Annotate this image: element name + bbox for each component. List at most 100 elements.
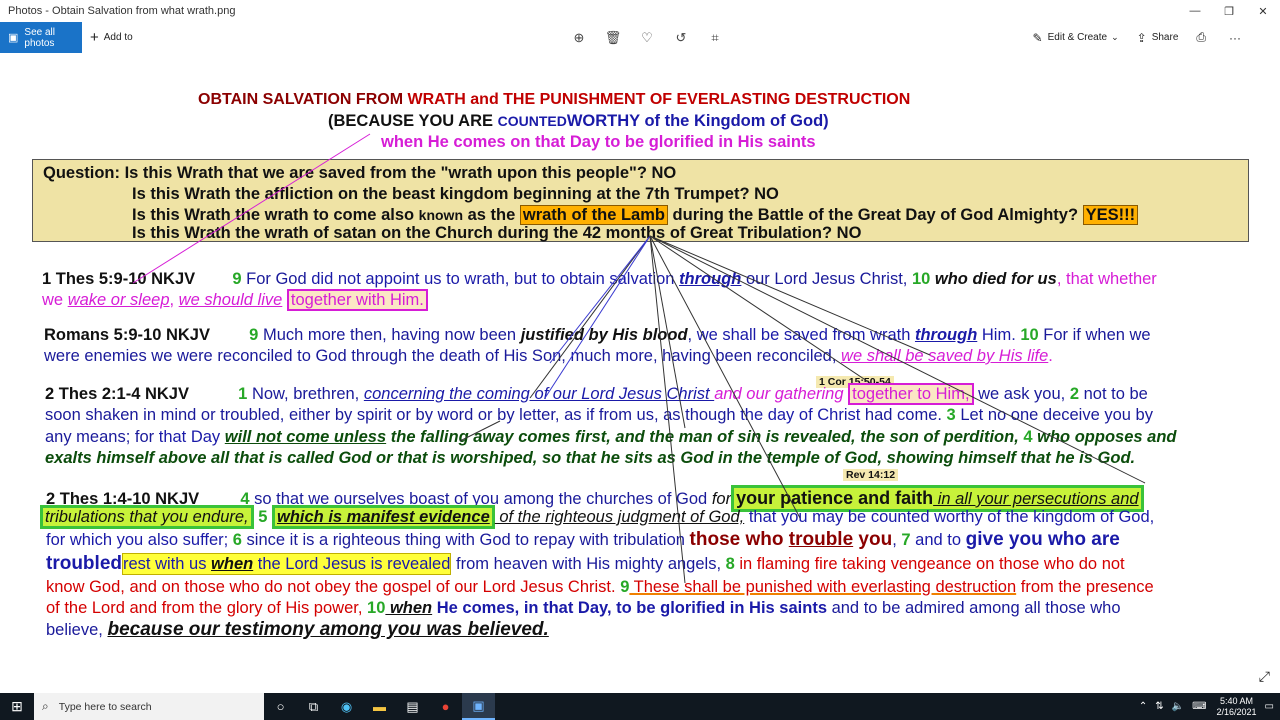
chevron-down-icon: ⌄	[1111, 32, 1119, 42]
network-icon[interactable]: ⇅	[1155, 701, 1163, 712]
verse-text: Let no one deceive you by	[955, 406, 1153, 424]
verse-text: through	[914, 326, 978, 344]
question-line: Is this Wrath the wrath to come also kno…	[132, 205, 1139, 225]
subtitle-part: (BECAUSE YOU ARE	[328, 112, 498, 130]
verse-text: ,	[169, 291, 179, 309]
edge-browser-icon[interactable]: ◉	[330, 693, 363, 720]
verse-num: 5	[253, 508, 272, 526]
title-part: WRATH and THE PUNISHMENT OF EVERLASTING …	[407, 91, 911, 108]
print-button[interactable]: ⎙	[1196, 30, 1211, 45]
verse-num: 8	[725, 555, 735, 573]
manifest-evidence-highlight: which is manifest evidence	[272, 505, 495, 529]
verse-text: Much more then, having now been	[258, 326, 521, 344]
verse-2thes2-line2: soon shaken in mind or troubled, either …	[45, 405, 1153, 425]
verse-2thes1-line7: believe, because our testimony among you…	[46, 620, 549, 640]
verse-text: we ask you,	[973, 385, 1070, 403]
photos-icon: ▣	[8, 32, 19, 44]
task-view-icon[interactable]: ⧉	[297, 693, 330, 720]
favorite-icon[interactable]: ♡	[630, 30, 664, 46]
more-options-button[interactable]: ···	[1229, 31, 1246, 45]
crop-icon[interactable]: ⌗	[698, 30, 732, 46]
taskbar-clock[interactable]: 5:40 AM 2/16/2021	[1217, 696, 1257, 718]
verse-text: ,	[892, 531, 902, 549]
verse-2thes1-line2: tribulations that you endure, 5 which is…	[40, 505, 1155, 529]
verse-text: Now, brethren,	[247, 385, 364, 403]
verse-text: we shall be saved by His life	[841, 347, 1049, 365]
verse-text: and to	[910, 531, 966, 549]
clock-date: 2/16/2021	[1216, 706, 1257, 717]
chrome-icon[interactable]: ●	[429, 693, 462, 720]
notifications-icon[interactable]: ▭	[1265, 701, 1274, 712]
verse-text: those who	[689, 529, 789, 550]
verse-text: who died for us	[934, 270, 1057, 288]
close-button[interactable]: ✕	[1246, 0, 1280, 22]
verse-text: did not appoint us to wrath, but to obta…	[311, 270, 680, 288]
restore-button[interactable]: ❐	[1212, 0, 1246, 22]
verse-ref: Romans 5:9-10 NKJV	[44, 326, 210, 344]
verse-text: that Day	[158, 428, 225, 446]
verse-text: had come.	[860, 406, 947, 424]
verse-text: that you may be counted worthy of the ki…	[744, 508, 1155, 526]
minimize-button[interactable]: —	[1178, 0, 1212, 22]
chevron-up-icon[interactable]: ⌃	[1139, 701, 1147, 712]
wrath-of-lamb-highlight: wrath of the Lamb	[519, 205, 668, 225]
keyboard-icon[interactable]: ⌨	[1192, 701, 1206, 712]
verse-text: from the presence	[1016, 578, 1154, 596]
verse-1thes-line1: 1 Thes 5:9-10 NKJV 9 For God did not app…	[42, 269, 1157, 289]
verse-text: the day of Christ	[740, 406, 861, 424]
rotate-icon[interactable]: ↺	[664, 30, 698, 46]
verse-text: who opposes and	[1032, 428, 1177, 446]
verse-num: 2	[1069, 385, 1080, 403]
windows-start-button[interactable]: ⊞	[0, 693, 34, 720]
photos-app-icon[interactable]: ▣	[462, 693, 495, 720]
see-all-photos-button[interactable]: ▣ See all photos	[0, 22, 82, 53]
share-label: Share	[1151, 32, 1179, 43]
verse-text: , that whether	[1056, 270, 1157, 288]
volume-icon[interactable]: 🔈	[1172, 701, 1184, 712]
verse-text: believe,	[46, 621, 108, 639]
verse-num: 1	[238, 385, 248, 403]
verse-text: we shall be saved from wrath	[696, 326, 915, 344]
verse-text: for which you also suffer;	[46, 531, 229, 549]
add-to-button[interactable]: + Add to	[90, 22, 133, 53]
verse-text: you	[853, 529, 893, 550]
verse-text: justified by His blood	[520, 326, 688, 344]
cortana-icon[interactable]: ○	[264, 693, 297, 720]
zoom-icon[interactable]: ⊕	[562, 30, 596, 46]
question-part: Is this Wrath the wrath to come also	[132, 206, 419, 224]
verse-1thes-line2: we wake or sleep, we should live togethe…	[42, 289, 428, 311]
verse-num: 10	[907, 270, 935, 288]
delete-icon[interactable]: 🗑	[596, 30, 630, 46]
verse-text: the falling away comes first, and the ma…	[386, 428, 1024, 446]
subtitle-part: COUNTED	[497, 113, 567, 129]
store-icon[interactable]: ▤	[396, 693, 429, 720]
verse-ref: 2 Thes 2:1-4 NKJV	[45, 385, 189, 403]
taskbar-search-box[interactable]: ⌕ Type here to search	[34, 693, 264, 720]
verse-num: 3	[946, 406, 956, 424]
share-button[interactable]: ⇪ Share	[1137, 31, 1179, 45]
verse-text: when	[211, 555, 254, 573]
verse-text: wake or sleep	[67, 291, 170, 309]
verse-2thes1-line6: of the Lord and from the glory of His po…	[46, 598, 1121, 618]
question-part: as the	[463, 206, 520, 224]
share-icon: ⇪	[1136, 30, 1147, 45]
verse-2thes2-line1: 2 Thes 2:1-4 NKJV 1 Now, brethren, conce…	[45, 383, 1148, 405]
verse-text: rest with us	[123, 555, 212, 573]
expand-icon[interactable]: ⤢	[1259, 668, 1270, 685]
verse-text: your patience and faith	[736, 488, 934, 508]
verse-text: for	[711, 490, 732, 508]
clock-time: 5:40 AM	[1220, 695, 1254, 706]
file-explorer-icon[interactable]: ▬	[363, 693, 396, 720]
search-icon: ⌕	[42, 699, 49, 713]
more-icon: ···	[1229, 30, 1241, 45]
verse-text: soon shaken in mind or troubled, either …	[45, 406, 741, 424]
verse-text: through	[679, 270, 742, 288]
verse-text: For God	[241, 270, 312, 288]
question-box: Question: Is this Wrath that we are save…	[32, 159, 1249, 242]
verse-text: were enemies we were reconciled to God t…	[44, 347, 842, 365]
edit-create-label: Edit & Create	[1047, 32, 1108, 43]
photos-toolbar: ▣ See all photos + Add to ⊕ 🗑 ♡ ↺ ⌗ ✎ Ed…	[0, 22, 1280, 53]
verse-romans-line1: Romans 5:9-10 NKJV 9 Much more then, hav…	[44, 325, 1151, 345]
edit-create-button[interactable]: ✎ Edit & Create ⌄	[1033, 31, 1119, 45]
verse-text: our Lord Jesus Christ,	[741, 270, 908, 288]
